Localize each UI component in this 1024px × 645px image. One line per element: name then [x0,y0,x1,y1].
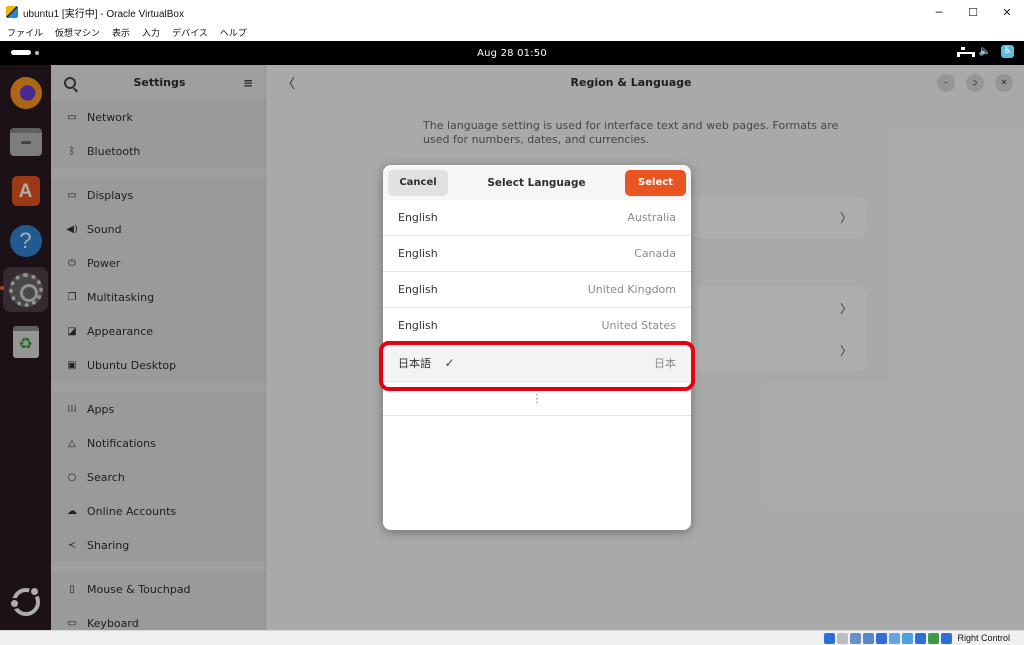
menu-input[interactable]: 入力 [142,26,160,39]
select-button[interactable]: Select [625,169,686,196]
language-option[interactable]: English Australia [383,200,691,236]
language-region: Australia [627,211,676,224]
system-tray[interactable]: 🔈 ♿ [956,45,1014,58]
volume-icon: 🔈 [978,46,991,57]
host-window-title: ubuntu1 [実行中] - Oracle VirtualBox [23,8,184,20]
language-option[interactable]: English Canada [383,236,691,272]
menu-help[interactable]: ヘルプ [220,26,247,39]
dialog-title: Select Language [487,176,586,189]
display-icon[interactable] [902,632,914,644]
shared-folders-icon[interactable] [889,632,901,644]
menu-machine[interactable]: 仮想マシン [55,26,100,39]
mouse-integration-icon[interactable] [928,632,940,644]
language-region: Canada [634,247,676,260]
host-maximize-button[interactable]: ☐ [956,6,990,19]
activities-button[interactable] [11,50,39,55]
virtualbox-icon [6,6,18,18]
optical-drive-icon[interactable] [837,632,849,644]
network-icon [956,46,975,57]
language-option[interactable]: English United States [383,308,691,344]
menu-file[interactable]: ファイル [7,26,43,39]
usb-icon[interactable] [876,632,888,644]
language-name: English [398,247,438,260]
keyboard-capture-icon[interactable] [941,632,953,644]
language-option[interactable]: English United Kingdom [383,272,691,308]
cancel-button[interactable]: Cancel [388,169,448,196]
language-region: United Kingdom [587,283,676,296]
clock[interactable]: Aug 28 01:50 [477,48,547,59]
workspace-dot-icon [35,50,39,55]
menu-view[interactable]: 表示 [112,26,130,39]
accessibility-icon: ♿ [1001,45,1014,58]
hdd-icon[interactable] [824,632,836,644]
workspace-indicator-icon [11,50,31,55]
language-name: English [398,211,438,224]
host-key-label: Right Control [957,633,1010,643]
language-name: English [398,319,438,332]
dialog-empty-area [383,416,691,530]
host-minimize-button[interactable]: ─ [922,6,956,19]
host-status-bar: Right Control [0,630,1024,645]
host-menubar: ファイル 仮想マシン 表示 入力 デバイス ヘルプ [0,24,1024,41]
annotation-highlight-box [379,341,695,391]
language-region: United States [601,319,677,332]
audio-icon[interactable] [850,632,862,644]
gnome-top-bar: Aug 28 01:50 🔈 ♿ [0,41,1024,65]
menu-devices[interactable]: デバイス [172,26,208,39]
recording-icon[interactable] [915,632,927,644]
host-close-button[interactable]: ✕ [990,6,1024,19]
dialog-header: Cancel Select Language Select [383,165,691,200]
network-adapter-icon[interactable] [863,632,875,644]
language-name: English [398,283,438,296]
host-titlebar: ubuntu1 [実行中] - Oracle VirtualBox ─ ☐ ✕ [0,0,1024,24]
more-vertical-icon: ⋮ [531,392,543,405]
